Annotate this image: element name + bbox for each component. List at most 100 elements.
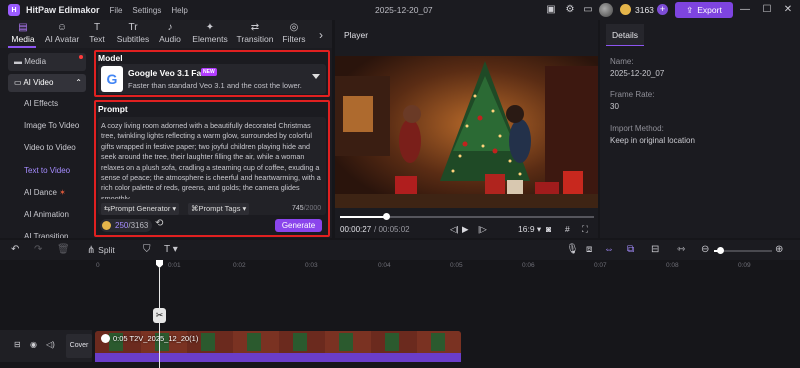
sidebar-item-ai-effects[interactable]: AI Effects <box>8 95 88 113</box>
link-icon[interactable]: ⧉ <box>627 244 634 256</box>
zoom-in-icon[interactable]: ⊕ <box>775 244 783 256</box>
add-coins-button[interactable]: + <box>657 4 668 15</box>
model-description: Faster than standard Veo 3.1 and the cos… <box>128 81 302 90</box>
left-sidebar: ▬ Media ▭ AI Video ⌃ AI Effects Image To… <box>0 48 90 238</box>
text-tool-icon[interactable]: T ▾ <box>164 244 178 256</box>
sidebar-media[interactable]: ▬ Media <box>8 53 86 71</box>
media-icon: ▤ <box>18 22 28 33</box>
generate-button[interactable]: Generate <box>275 219 322 232</box>
google-logo-icon: G <box>101 66 123 92</box>
model-section-title: Model <box>98 53 123 63</box>
menu-help[interactable]: Help <box>171 6 187 15</box>
caret-down-icon: ▾ <box>170 204 177 213</box>
tick-label: 0:02 <box>233 262 246 269</box>
fit-timeline-icon[interactable]: ⇿ <box>677 244 685 256</box>
window-close-icon[interactable]: ✕ <box>782 4 794 16</box>
delete-icon[interactable]: 🗑 <box>57 244 70 256</box>
menu-file[interactable]: File <box>110 6 123 15</box>
folder-icon: ▬ <box>14 57 25 66</box>
progress-knob[interactable] <box>382 213 390 220</box>
fullscreen-icon[interactable]: ⛶ <box>582 224 588 235</box>
prompt-generator-button[interactable]: ⇆Prompt Generator ▾ <box>101 203 180 215</box>
dance-emoji-icon: ✶ <box>56 188 66 197</box>
clip-play-icon[interactable] <box>101 334 110 343</box>
sidebar-ai-video[interactable]: ▭ AI Video ⌃ <box>8 74 86 92</box>
layout-icon[interactable]: ▣ <box>545 4 557 16</box>
rewind-icon[interactable]: ◁| <box>450 224 459 235</box>
export-icon: ⇪ <box>686 4 694 15</box>
tab-text[interactable]: T Text <box>86 22 108 48</box>
split-button[interactable]: ⋔ Split <box>87 244 115 257</box>
grid-icon[interactable]: # <box>565 224 570 234</box>
menu-settings[interactable]: Settings <box>132 6 161 15</box>
new-badge: NEW <box>201 68 217 76</box>
snapshot-icon[interactable]: ◙ <box>546 224 551 234</box>
sidebar-item-ai-transition[interactable]: AI Transition <box>8 228 88 238</box>
ai-avatar-icon: ☺ <box>56 22 68 33</box>
tick-label: 0:05 <box>450 262 463 269</box>
step-forward-icon[interactable]: |▷ <box>478 224 487 235</box>
split-icon: ⋔ <box>87 245 96 256</box>
mute-icon[interactable]: ◁) <box>46 340 55 349</box>
minimize-icon[interactable]: ▭ <box>582 4 594 16</box>
zoom-out-icon[interactable]: ⊖ <box>701 244 709 256</box>
aspect-ratio-select[interactable]: 16:9 ▾ <box>518 224 541 235</box>
play-icon[interactable]: ▶ <box>462 224 469 235</box>
tab-subtitles[interactable]: Tr Subtitles <box>114 22 152 48</box>
total-time: / 00:05:02 <box>374 225 410 234</box>
detach-audio-icon[interactable]: ⧈ <box>586 244 592 256</box>
user-avatar[interactable] <box>599 3 613 17</box>
redo-icon[interactable]: ↷ <box>34 244 42 256</box>
microphone-icon[interactable]: 🎙 <box>566 244 579 256</box>
clip-audio-bar <box>95 353 461 362</box>
lock-icon[interactable]: ⊟ <box>14 340 21 349</box>
cover-button[interactable]: Cover <box>66 334 92 358</box>
undo-icon[interactable]: ↶ <box>11 244 19 256</box>
tab-elements[interactable]: ✦ Elements <box>190 22 230 48</box>
prompt-section-title: Prompt <box>98 104 128 114</box>
project-name: 2025-12-20_07 <box>375 5 433 15</box>
tick-label: 0 <box>96 262 100 269</box>
visibility-eye-icon[interactable]: ◉ <box>30 340 37 349</box>
tab-transition[interactable]: ⇄ Transition <box>235 22 275 48</box>
clip-label: 0:05 T2V_2025_12_20(1) <box>113 334 199 343</box>
notification-dot <box>79 55 83 59</box>
export-button[interactable]: ⇪ Export <box>675 2 733 18</box>
sidebar-item-ai-animation[interactable]: AI Animation <box>8 206 88 224</box>
refresh-icon[interactable]: ⟲ <box>155 218 163 229</box>
marker-icon[interactable]: ⛉ <box>143 244 151 256</box>
sidebar-item-video-to-video[interactable]: Video to Video <box>8 139 88 157</box>
sidebar-item-image-to-video[interactable]: Image To Video <box>8 117 88 135</box>
audio-icon: ♪ <box>167 22 173 33</box>
window-maximize-icon[interactable]: ☐ <box>761 4 773 16</box>
detail-name-label: Name: <box>610 57 634 66</box>
track-settings-icon[interactable]: ⊟ <box>651 244 659 256</box>
video-preview[interactable] <box>335 56 598 208</box>
timeline-ruler[interactable] <box>0 261 800 271</box>
sidebar-item-ai-dance[interactable]: AI Dance ✶ <box>8 184 88 202</box>
tick-label: 0:04 <box>378 262 391 269</box>
detail-framerate-value: 30 <box>610 102 619 111</box>
app-name: HitPaw Edimakor <box>26 5 100 15</box>
tab-filters[interactable]: ◎ Filters <box>281 22 307 48</box>
magnet-snap-icon[interactable]: ⇔ <box>604 244 614 256</box>
prompt-text[interactable]: A cozy living room adorned with a beauti… <box>101 121 323 199</box>
tab-ai-avatar[interactable]: ☺ AI Avatar <box>42 22 82 48</box>
tab-audio[interactable]: ♪ Audio <box>156 22 184 48</box>
ai-video-icon: ▭ <box>14 78 24 87</box>
coins-count: 3163 <box>635 5 654 15</box>
zoom-slider-knob[interactable] <box>717 247 724 254</box>
sidebar-item-text-to-video[interactable]: Text to Video <box>8 162 88 180</box>
tab-details[interactable]: Details <box>606 24 644 46</box>
settings-gear-icon[interactable]: ⚙ <box>564 4 576 16</box>
scissors-icon[interactable]: ✂ <box>153 308 166 323</box>
window-minimize-icon[interactable]: — <box>739 4 751 16</box>
prompt-tags-button[interactable]: ⌘Prompt Tags ▾ <box>188 203 250 215</box>
elements-icon: ✦ <box>205 22 215 33</box>
tick-label: 0:01 <box>168 262 181 269</box>
coin-icon <box>102 221 111 230</box>
dropdown-caret-icon[interactable] <box>312 74 320 79</box>
caret-down-icon: ▾ <box>240 204 247 213</box>
tab-media[interactable]: ▤ Media <box>6 22 40 48</box>
model-name: Google Veo 3.1 Fast <box>128 68 209 78</box>
